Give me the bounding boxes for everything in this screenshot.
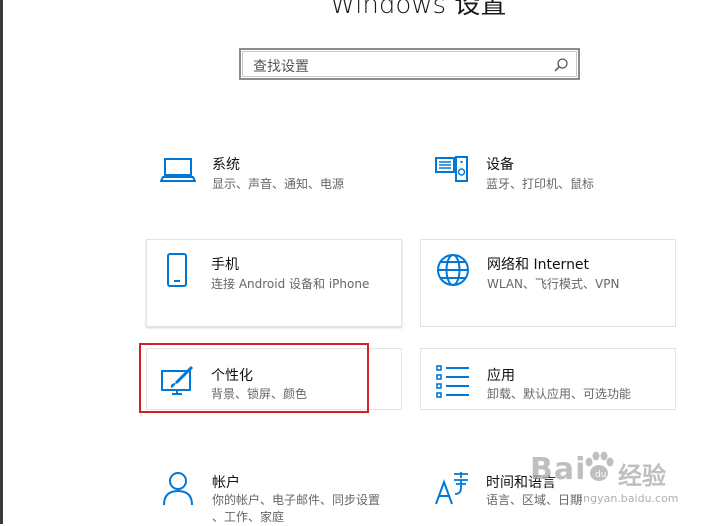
watermark-logo: Bai [530,452,587,487]
svg-text:du: du [595,470,606,480]
tile-accounts-title: 帐户 [212,475,240,491]
tile-network-desc: WLAN、飞行模式、VPN [487,277,620,291]
tile-apps-desc: 卸载、默认应用、可选功能 [487,387,632,401]
devices-icon [435,156,468,182]
person-icon [163,472,193,506]
tile-devices-desc: 蓝牙、打印机、鼠标 [486,177,595,191]
tile-apps[interactable]: 应用 卸载、默认应用、可选功能 [420,348,676,410]
tile-system[interactable]: 系统 显示、声音、通知、电源 [148,140,400,206]
watermark-url: jingyan.baidu.com [577,492,679,505]
tile-phone-title: 手机 [211,257,239,273]
search-box[interactable]: 查找设置 [239,48,580,80]
laptop-icon [160,158,196,182]
paw-icon: du [585,451,614,481]
tile-system-desc: 显示、声音、通知、电源 [212,177,345,191]
baidu-watermark: Bai du 经验 jingyan.baidu.com [500,448,700,518]
tile-apps-title: 应用 [487,368,515,384]
tile-accounts-desc-line1: 你的帐户、电子邮件、同步设置 [212,493,381,507]
tile-accounts[interactable]: 帐户 你的帐户、电子邮件、同步设置 、工作、家庭 [148,458,400,524]
tile-devices[interactable]: 设备 蓝牙、打印机、鼠标 [422,140,674,206]
tile-network[interactable]: 网络和 Internet WLAN、飞行模式、VPN [420,239,676,327]
page-title: Windows 设置 [330,0,507,20]
search-input[interactable]: 查找设置 [253,56,309,76]
phone-icon [167,253,187,287]
globe-icon [437,254,469,286]
red-highlight-box [139,343,369,413]
tile-devices-title: 设备 [486,157,514,173]
tile-phone[interactable]: 手机 连接 Android 设备和 iPhone [146,239,402,327]
tile-accounts-desc-line2: 、工作、家庭 [212,510,285,524]
tile-system-title: 系统 [212,157,240,173]
tile-network-title: 网络和 Internet [487,257,590,273]
search-icon[interactable] [553,57,569,73]
apps-list-icon [436,365,469,398]
watermark-text: 经验 [618,462,666,490]
window-left-edge [0,0,3,524]
tile-phone-desc: 连接 Android 设备和 iPhone [211,277,370,291]
language-icon [435,472,468,505]
